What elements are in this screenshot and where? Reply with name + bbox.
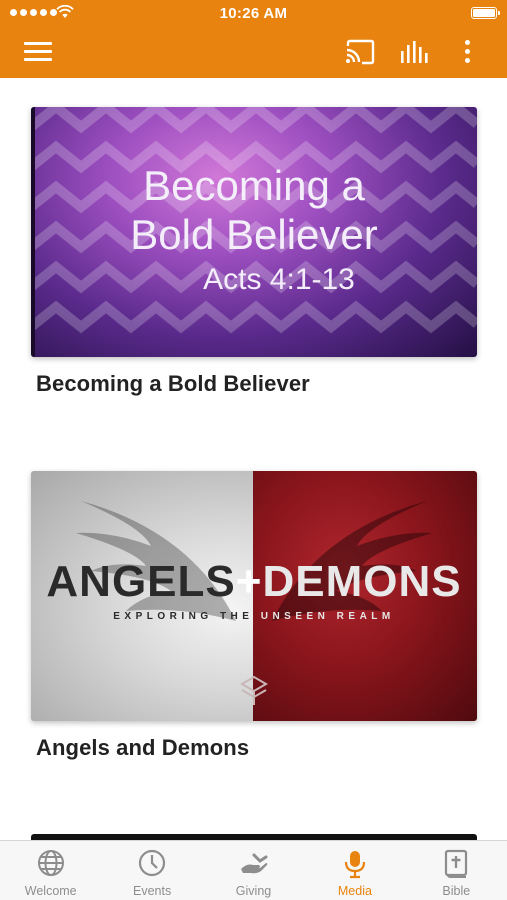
globe-icon	[37, 850, 64, 876]
equalizer-icon[interactable]	[398, 39, 430, 65]
tab-label: Media	[337, 884, 372, 898]
media-title[interactable]: Becoming a Bold Believer	[36, 371, 477, 397]
app-header: 10:26 AM	[0, 0, 507, 78]
media-card[interactable]: Becoming a Bold Believer Acts 4:1-13 Bec…	[31, 107, 477, 397]
media-thumbnail[interactable]: Becoming a Bold Believer Acts 4:1-13	[31, 107, 477, 357]
tab-events[interactable]: Events	[101, 841, 202, 900]
menu-button[interactable]	[24, 40, 54, 62]
thumbnail-subtitle-left: EXPLORING THE	[113, 611, 261, 622]
media-list: Becoming a Bold Believer Acts 4:1-13 Bec…	[0, 78, 507, 840]
media-title[interactable]: Angels and Demons	[36, 735, 477, 761]
tab-label: Events	[133, 884, 172, 898]
battery-icon	[471, 7, 500, 19]
thumbnail-title-line2: Bold Believer	[130, 211, 378, 258]
thumbnail-series-title: ANGELS+DEMONS	[31, 557, 477, 607]
tab-label: Welcome	[24, 884, 77, 898]
tab-giving[interactable]: Giving	[203, 841, 304, 900]
thumbnail-title-line1: Becoming a	[143, 162, 365, 209]
thumbnail-word-left: ANGELS	[46, 557, 236, 606]
tab-label: Giving	[235, 884, 272, 898]
tab-bible[interactable]: Bible	[406, 841, 507, 900]
thumbnail-series-subtitle: EXPLORING THE UNSEEN REALM	[31, 611, 477, 622]
microphone-icon	[344, 851, 366, 879]
thumbnail-plus: +	[235, 557, 263, 606]
giving-hand-icon	[240, 853, 268, 874]
status-bar: 10:26 AM	[0, 0, 507, 26]
thumbnail-word-right: DEMONS	[262, 557, 462, 606]
media-card[interactable]: ANGELS+DEMONS EXPLORING THE UNSEEN REALM…	[31, 471, 477, 761]
cast-icon[interactable]	[344, 39, 376, 65]
tab-media[interactable]: Media	[304, 841, 405, 900]
status-time: 10:26 AM	[219, 5, 288, 22]
tab-bar: Welcome Events Giving Media Bible	[0, 840, 507, 900]
more-options-button[interactable]	[458, 38, 478, 66]
thumbnail-subtitle-right: UNSEEN REALM	[260, 611, 395, 622]
tab-label: Bible	[442, 884, 471, 898]
bible-icon	[445, 849, 468, 878]
media-thumbnail[interactable]: ANGELS+DEMONS EXPLORING THE UNSEEN REALM	[31, 471, 477, 721]
church-logo-icon	[240, 675, 268, 705]
thumbnail-scripture: Acts 4:1-13	[203, 263, 355, 296]
tab-welcome[interactable]: Welcome	[0, 841, 101, 900]
clock-icon	[139, 849, 166, 877]
